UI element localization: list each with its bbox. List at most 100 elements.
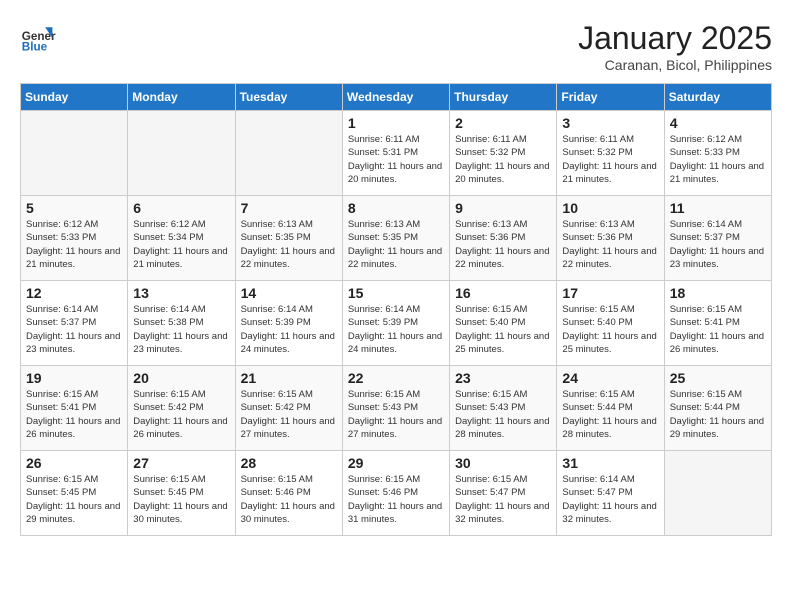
col-tuesday: Tuesday xyxy=(235,84,342,111)
day-cell: 19 Sunrise: 6:15 AMSunset: 5:41 PMDayligh… xyxy=(21,366,128,451)
calendar-table: Sunday Monday Tuesday Wednesday Thursday… xyxy=(20,83,772,536)
day-cell xyxy=(128,111,235,196)
day-number: 14 xyxy=(241,285,337,301)
day-cell: 13 Sunrise: 6:14 AMSunset: 5:38 PMDayligh… xyxy=(128,281,235,366)
day-cell: 8Sunrise: 6:13 AMSunset: 5:35 PMDaylight… xyxy=(342,196,449,281)
day-info: Sunrise: 6:13 AMSunset: 5:36 PMDaylight:… xyxy=(455,218,551,271)
day-cell: 7 Sunrise: 6:13 AMSunset: 5:35 PMDaylight… xyxy=(235,196,342,281)
day-cell: 18 Sunrise: 6:15 AMSunset: 5:41 PMDayligh… xyxy=(664,281,771,366)
col-thursday: Thursday xyxy=(450,84,557,111)
day-number: 12 xyxy=(26,285,122,301)
week-row-2: 5 Sunrise: 6:12 AMSunset: 5:33 PMDaylight… xyxy=(21,196,772,281)
week-row-4: 19 Sunrise: 6:15 AMSunset: 5:41 PMDayligh… xyxy=(21,366,772,451)
day-number: 27 xyxy=(133,455,229,471)
day-info: Sunrise: 6:14 AMSunset: 5:37 PMDaylight:… xyxy=(26,303,122,356)
day-info: Sunrise: 6:11 AMSunset: 5:31 PMDaylight:… xyxy=(348,133,444,186)
day-number: 18 xyxy=(670,285,766,301)
day-cell: 9 Sunrise: 6:13 AMSunset: 5:36 PMDaylight… xyxy=(450,196,557,281)
day-cell: 16 Sunrise: 6:15 AMSunset: 5:40 PMDayligh… xyxy=(450,281,557,366)
day-cell: 6 Sunrise: 6:12 AMSunset: 5:34 PMDaylight… xyxy=(128,196,235,281)
day-info: Sunrise: 6:13 AMSunset: 5:35 PMDaylight:… xyxy=(241,218,337,271)
day-info: Sunrise: 6:12 AMSunset: 5:33 PMDaylight:… xyxy=(26,218,122,271)
day-cell: 5 Sunrise: 6:12 AMSunset: 5:33 PMDaylight… xyxy=(21,196,128,281)
day-info: Sunrise: 6:15 AMSunset: 5:46 PMDaylight:… xyxy=(241,473,337,526)
day-number: 20 xyxy=(133,370,229,386)
day-info: Sunrise: 6:15 AMSunset: 5:45 PMDaylight:… xyxy=(26,473,122,526)
day-cell: 11 Sunrise: 6:14 AMSunset: 5:37 PMDayligh… xyxy=(664,196,771,281)
day-cell: 23 Sunrise: 6:15 AMSunset: 5:43 PMDayligh… xyxy=(450,366,557,451)
day-cell: 3 Sunrise: 6:11 AMSunset: 5:32 PMDaylight… xyxy=(557,111,664,196)
day-cell: 20Sunrise: 6:15 AMSunset: 5:42 PMDayligh… xyxy=(128,366,235,451)
day-info: Sunrise: 6:11 AMSunset: 5:32 PMDaylight:… xyxy=(455,133,551,186)
week-row-3: 12 Sunrise: 6:14 AMSunset: 5:37 PMDayligh… xyxy=(21,281,772,366)
day-number: 9 xyxy=(455,200,551,216)
day-info: Sunrise: 6:15 AMSunset: 5:44 PMDaylight:… xyxy=(670,388,766,441)
day-cell: 12 Sunrise: 6:14 AMSunset: 5:37 PMDayligh… xyxy=(21,281,128,366)
day-info: Sunrise: 6:14 AMSunset: 5:38 PMDaylight:… xyxy=(133,303,229,356)
col-saturday: Saturday xyxy=(664,84,771,111)
day-number: 10 xyxy=(562,200,658,216)
day-number: 4 xyxy=(670,115,766,131)
day-info: Sunrise: 6:15 AMSunset: 5:43 PMDaylight:… xyxy=(455,388,551,441)
day-info: Sunrise: 6:15 AMSunset: 5:41 PMDaylight:… xyxy=(26,388,122,441)
day-info: Sunrise: 6:13 AMSunset: 5:35 PMDaylight:… xyxy=(348,218,444,271)
svg-text:Blue: Blue xyxy=(22,41,48,54)
day-number: 25 xyxy=(670,370,766,386)
header-row: Sunday Monday Tuesday Wednesday Thursday… xyxy=(21,84,772,111)
day-cell: 26 Sunrise: 6:15 AMSunset: 5:45 PMDayligh… xyxy=(21,451,128,536)
day-cell: 1 Sunrise: 6:11 AMSunset: 5:31 PMDaylight… xyxy=(342,111,449,196)
day-number: 1 xyxy=(348,115,444,131)
day-info: Sunrise: 6:14 AMSunset: 5:39 PMDaylight:… xyxy=(241,303,337,356)
day-number: 31 xyxy=(562,455,658,471)
day-info: Sunrise: 6:11 AMSunset: 5:32 PMDaylight:… xyxy=(562,133,658,186)
day-info: Sunrise: 6:14 AMSunset: 5:37 PMDaylight:… xyxy=(670,218,766,271)
day-number: 22 xyxy=(348,370,444,386)
day-info: Sunrise: 6:15 AMSunset: 5:40 PMDaylight:… xyxy=(455,303,551,356)
logo: General Blue xyxy=(20,20,56,56)
day-cell: 4Sunrise: 6:12 AMSunset: 5:33 PMDaylight… xyxy=(664,111,771,196)
day-number: 28 xyxy=(241,455,337,471)
day-cell: 29Sunrise: 6:15 AMSunset: 5:46 PMDayligh… xyxy=(342,451,449,536)
logo-icon: General Blue xyxy=(20,20,56,56)
week-row-5: 26 Sunrise: 6:15 AMSunset: 5:45 PMDayligh… xyxy=(21,451,772,536)
day-number: 11 xyxy=(670,200,766,216)
day-cell: 15 Sunrise: 6:14 AMSunset: 5:39 PMDayligh… xyxy=(342,281,449,366)
day-number: 30 xyxy=(455,455,551,471)
day-number: 5 xyxy=(26,200,122,216)
day-cell: 2 Sunrise: 6:11 AMSunset: 5:32 PMDaylight… xyxy=(450,111,557,196)
day-cell: 31Sunrise: 6:14 AMSunset: 5:47 PMDayligh… xyxy=(557,451,664,536)
day-number: 15 xyxy=(348,285,444,301)
day-number: 26 xyxy=(26,455,122,471)
day-cell xyxy=(21,111,128,196)
calendar-subtitle: Caranan, Bicol, Philippines xyxy=(578,57,772,73)
day-number: 19 xyxy=(26,370,122,386)
day-cell xyxy=(664,451,771,536)
day-info: Sunrise: 6:15 AMSunset: 5:40 PMDaylight:… xyxy=(562,303,658,356)
day-number: 3 xyxy=(562,115,658,131)
day-number: 16 xyxy=(455,285,551,301)
day-info: Sunrise: 6:14 AMSunset: 5:39 PMDaylight:… xyxy=(348,303,444,356)
day-info: Sunrise: 6:13 AMSunset: 5:36 PMDaylight:… xyxy=(562,218,658,271)
day-cell: 14 Sunrise: 6:14 AMSunset: 5:39 PMDayligh… xyxy=(235,281,342,366)
day-cell: 24Sunrise: 6:15 AMSunset: 5:44 PMDayligh… xyxy=(557,366,664,451)
col-friday: Friday xyxy=(557,84,664,111)
col-sunday: Sunday xyxy=(21,84,128,111)
day-number: 6 xyxy=(133,200,229,216)
day-cell: 10 Sunrise: 6:13 AMSunset: 5:36 PMDayligh… xyxy=(557,196,664,281)
day-cell: 25 Sunrise: 6:15 AMSunset: 5:44 PMDayligh… xyxy=(664,366,771,451)
page-header: General Blue January 2025 Caranan, Bicol… xyxy=(20,20,772,73)
title-block: January 2025 Caranan, Bicol, Philippines xyxy=(578,20,772,73)
day-cell: 27Sunrise: 6:15 AMSunset: 5:45 PMDayligh… xyxy=(128,451,235,536)
day-number: 7 xyxy=(241,200,337,216)
day-info: Sunrise: 6:15 AMSunset: 5:46 PMDaylight:… xyxy=(348,473,444,526)
day-cell: 28 Sunrise: 6:15 AMSunset: 5:46 PMDayligh… xyxy=(235,451,342,536)
day-info: Sunrise: 6:15 AMSunset: 5:41 PMDaylight:… xyxy=(670,303,766,356)
day-info: Sunrise: 6:15 AMSunset: 5:42 PMDaylight:… xyxy=(241,388,337,441)
day-number: 13 xyxy=(133,285,229,301)
day-cell: 30Sunrise: 6:15 AMSunset: 5:47 PMDayligh… xyxy=(450,451,557,536)
day-number: 24 xyxy=(562,370,658,386)
day-number: 2 xyxy=(455,115,551,131)
day-info: Sunrise: 6:15 AMSunset: 5:43 PMDaylight:… xyxy=(348,388,444,441)
day-number: 23 xyxy=(455,370,551,386)
day-info: Sunrise: 6:12 AMSunset: 5:34 PMDaylight:… xyxy=(133,218,229,271)
